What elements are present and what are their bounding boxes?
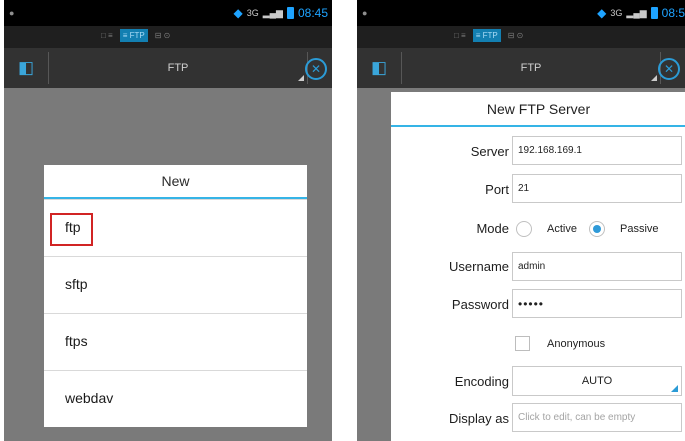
dropdown-corner-icon [651, 75, 657, 81]
mode-passive-radio[interactable] [589, 221, 605, 237]
password-label: Password [451, 297, 509, 312]
tab-ftp[interactable]: ≡ FTP [119, 29, 148, 42]
notification-icon: ● [9, 8, 15, 18]
sidebar-icon[interactable]: ◧ [365, 56, 393, 80]
mode-active-label: Active [547, 223, 577, 235]
sidebar-icon[interactable]: ◧ [12, 56, 40, 80]
server-input[interactable] [512, 136, 682, 165]
path-field[interactable]: FTP [401, 52, 661, 84]
network-indicator: 3G [610, 8, 623, 18]
tab-strip: □ ≡ ≡ FTP ⊟ ⊙ [4, 26, 332, 48]
dialog-title: New [161, 173, 190, 189]
mode-passive-label: Passive [620, 223, 659, 235]
new-dialog: New ftp sftp ftps webdav [44, 165, 307, 427]
title-divider [391, 125, 685, 127]
right-phone-screen: ● ◆ 3G ▂▄▆ 08:5 □ ≡ ≡ FTP ⊟ ⊙ ◧ FTP ✕ Ne… [357, 0, 685, 441]
username-input[interactable] [512, 252, 682, 281]
port-input[interactable] [512, 174, 682, 203]
signal-icon: ▂▄▆ [262, 8, 283, 18]
path-field[interactable]: FTP [48, 52, 308, 84]
tab-other[interactable]: ⊟ ⊙ [152, 29, 174, 42]
anonymous-label: Anonymous [547, 338, 606, 350]
encoding-select[interactable]: AUTO [512, 366, 682, 396]
password-input[interactable] [512, 289, 682, 318]
battery-icon [650, 7, 658, 19]
network-indicator: 3G [246, 8, 259, 18]
option-label: webdav [65, 390, 114, 406]
toolbar-title: FTP [167, 62, 189, 74]
clock: 08:5 [661, 6, 685, 20]
option-label: ftps [65, 333, 88, 349]
option-sftp[interactable]: sftp [44, 256, 307, 314]
wifi-icon: ◆ [233, 6, 243, 20]
username-label: Username [449, 259, 509, 274]
option-ftp[interactable]: ftp [44, 199, 307, 257]
tab-strip: □ ≡ ≡ FTP ⊟ ⊙ [357, 26, 685, 48]
battery-icon [286, 7, 294, 19]
toolbar: ◧ FTP ✕ [357, 48, 685, 88]
toolbar-title: FTP [520, 62, 542, 74]
mode-active-radio[interactable] [516, 221, 532, 237]
toolbar: ◧ FTP ✕ [4, 48, 332, 88]
tab-other[interactable]: ⊟ ⊙ [505, 29, 527, 42]
display-as-input[interactable] [512, 403, 682, 432]
status-bar: ● ◆ 3G ▂▄▆ 08:45 [4, 0, 332, 26]
server-label: Server [470, 144, 509, 159]
close-icon[interactable]: ✕ [658, 58, 680, 80]
tab-ftp[interactable]: ≡ FTP [472, 29, 501, 42]
anonymous-checkbox[interactable] [515, 336, 530, 351]
wifi-icon: ◆ [597, 6, 607, 20]
dropdown-corner-icon [671, 385, 678, 392]
port-label: Port [485, 182, 509, 197]
option-label: sftp [65, 276, 88, 292]
display-as-label: Display as [449, 411, 509, 426]
status-bar: ● ◆ 3G ▂▄▆ 08:5 [357, 0, 685, 26]
encoding-value: AUTO [581, 375, 613, 387]
signal-icon: ▂▄▆ [626, 8, 647, 18]
mode-label: Mode [476, 221, 509, 236]
option-webdav[interactable]: webdav [44, 370, 307, 428]
left-phone-screen: ● ◆ 3G ▂▄▆ 08:45 □ ≡ ≡ FTP ⊟ ⊙ ◧ FTP ✕ N… [4, 0, 332, 441]
tab-local[interactable]: □ ≡ [98, 29, 116, 42]
dialog-title: New FTP Server [486, 101, 591, 117]
encoding-label: Encoding [454, 374, 509, 389]
dropdown-corner-icon [298, 75, 304, 81]
highlight-box [50, 213, 93, 246]
clock: 08:45 [297, 6, 328, 20]
option-ftps[interactable]: ftps [44, 313, 307, 371]
new-ftp-server-dialog: New FTP Server Server Port Mode Active P… [391, 92, 685, 441]
close-icon[interactable]: ✕ [305, 58, 327, 80]
notification-icon: ● [362, 8, 368, 18]
tab-local[interactable]: □ ≡ [451, 29, 469, 42]
